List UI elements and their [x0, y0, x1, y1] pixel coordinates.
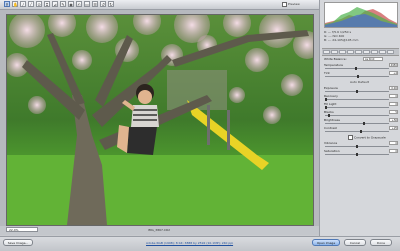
auto-default-links[interactable]: Auto Default [350, 80, 369, 84]
slider-track[interactable] [325, 107, 389, 108]
exposure-label: Exposure [324, 86, 338, 90]
slider-thumb[interactable] [356, 153, 358, 156]
adjustment-panel: R: --- f/5.6 1/250 s G: --- ISO 400 B: -… [319, 0, 400, 236]
preview-label: Preview [288, 2, 300, 6]
slider-thumb[interactable] [354, 67, 357, 70]
slider-track[interactable] [325, 99, 389, 100]
tab-detail[interactable] [339, 50, 346, 54]
slider-thumb[interactable] [356, 90, 358, 93]
contrast-slider[interactable]: Contrast +25 [323, 126, 399, 133]
tab-presets[interactable] [387, 50, 394, 54]
fill-light-value[interactable]: 0 [389, 102, 398, 106]
targeted-adjustment-tool-icon[interactable]: ⊙ [36, 1, 42, 7]
slider-thumb[interactable] [325, 98, 327, 101]
slider-thumb[interactable] [356, 145, 358, 148]
recovery-value[interactable]: 0 [389, 94, 398, 98]
exposure-value[interactable]: 0.00 [389, 86, 398, 90]
tab-tone-curve[interactable] [331, 50, 338, 54]
hand-tool-icon[interactable]: ✋ [12, 1, 18, 7]
readout-line: B: --- 24-105@105 mm [324, 38, 359, 42]
camera-readout: R: --- f/5.6 1/250 s G: --- ISO 400 B: -… [324, 30, 398, 42]
recovery-slider[interactable]: Recovery 0 [323, 94, 399, 101]
brightness-value[interactable]: +50 [389, 118, 398, 122]
slider-track[interactable] [325, 68, 389, 69]
panel-tabs [322, 48, 399, 56]
slider-thumb[interactable] [357, 75, 360, 78]
slider-track[interactable] [325, 123, 389, 124]
saturation-slider[interactable]: Saturation 0 [323, 149, 399, 156]
vibrance-label: Vibrance [324, 141, 338, 145]
rotate-right-icon[interactable]: ↻ [108, 1, 114, 7]
temperature-label: Temperature [324, 63, 344, 67]
histogram [324, 2, 398, 28]
slider-track[interactable] [325, 131, 389, 132]
vibrance-slider[interactable]: Vibrance 0 [323, 141, 399, 148]
spot-removal-tool-icon[interactable]: ✎ [60, 1, 66, 7]
slider-track[interactable] [325, 115, 389, 116]
convert-grayscale-option[interactable]: Convert to Grayscale [348, 135, 386, 140]
temperature-value[interactable]: 4950 [389, 63, 398, 67]
crop-tool-icon[interactable]: ⌗ [44, 1, 50, 7]
tab-effects[interactable] [371, 50, 378, 54]
graduated-filter-icon[interactable]: ▭ [84, 1, 90, 7]
white-balance-select[interactable]: As Shot [363, 57, 383, 61]
tint-label: Tint [324, 71, 330, 75]
tint-slider[interactable]: Tint +4 [323, 71, 399, 78]
workflow-options-link[interactable]: Adobe RGB (1998); 8 bit; 3888 by 2592 (1… [146, 241, 233, 245]
contrast-value[interactable]: +25 [389, 126, 398, 130]
preferences-icon[interactable]: ☰ [92, 1, 98, 7]
zoom-level-select[interactable]: 22.4% [6, 227, 38, 232]
red-eye-tool-icon[interactable]: ◉ [68, 1, 74, 7]
temperature-slider[interactable]: Temperature 4950 [323, 63, 399, 70]
tab-basic[interactable] [323, 50, 330, 54]
slider-thumb[interactable] [325, 106, 327, 109]
blacks-value[interactable]: 5 [389, 110, 398, 114]
tab-split-toning[interactable] [355, 50, 362, 54]
rotate-left-icon[interactable]: ↺ [100, 1, 106, 7]
done-button[interactable]: Done [370, 239, 392, 246]
preview-checkbox[interactable] [282, 1, 287, 7]
slider-thumb[interactable] [328, 114, 331, 117]
tab-camera-calibration[interactable] [379, 50, 386, 54]
vibrance-value[interactable]: 0 [389, 141, 398, 145]
convert-grayscale-checkbox[interactable] [348, 135, 353, 140]
open-image-button[interactable]: Open Image [312, 239, 340, 246]
photo-boy-in-tree [7, 15, 313, 225]
fill-light-slider[interactable]: Fill Light 0 [323, 102, 399, 109]
saturation-label: Saturation [324, 149, 340, 153]
save-image-button[interactable]: Save Image... [3, 239, 33, 246]
brightness-slider[interactable]: Brightness +50 [323, 118, 399, 125]
convert-grayscale-label: Convert to Grayscale [354, 135, 386, 140]
saturation-value[interactable]: 0 [389, 149, 398, 153]
zoom-tool-icon[interactable]: ⚲ [4, 1, 10, 7]
tab-hsl[interactable] [347, 50, 354, 54]
tab-lens[interactable] [363, 50, 370, 54]
tint-value[interactable]: +4 [389, 71, 398, 75]
slider-thumb[interactable] [363, 122, 366, 125]
white-balance-tool-icon[interactable]: ∕ [20, 1, 26, 7]
image-preview [6, 14, 314, 226]
slider-thumb[interactable] [359, 130, 362, 133]
contrast-label: Contrast [324, 126, 337, 130]
image-filename: IMG_3867.CR2 [148, 228, 170, 232]
preview-toggle[interactable]: Preview [282, 1, 300, 7]
brightness-label: Brightness [324, 118, 340, 122]
exposure-slider[interactable]: Exposure 0.00 [323, 86, 399, 93]
color-sampler-tool-icon[interactable]: ⁄ [28, 1, 34, 7]
straighten-tool-icon[interactable]: ⊿ [52, 1, 58, 7]
white-balance-label: White Balance: [324, 57, 347, 61]
blacks-slider[interactable]: Blacks 5 [323, 110, 399, 117]
cancel-button[interactable]: Cancel [344, 239, 366, 246]
tool-bar: Preview ⚲ ✋ ∕ ⁄ ⊙ ⌗ ⊿ ✎ ◉ ✍ ▭ ☰ ↺ ↻ [0, 0, 319, 10]
adjustment-brush-icon[interactable]: ✍ [76, 1, 82, 7]
